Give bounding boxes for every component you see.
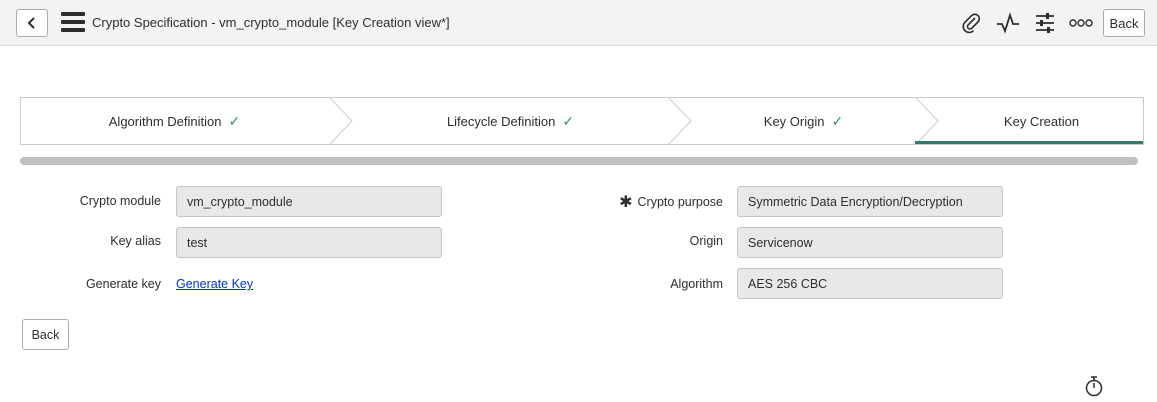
checkmark-icon: ✓ xyxy=(562,112,575,129)
sliders-icon[interactable] xyxy=(1032,10,1058,36)
algorithm-field[interactable]: AES 256 CBC xyxy=(737,268,1003,299)
step-label: Key Origin xyxy=(763,113,825,129)
form-header: Crypto Specification - vm_crypto_module … xyxy=(0,0,1157,46)
checkmark-icon: ✓ xyxy=(228,112,241,129)
progress-stepper: Algorithm Definition ✓ Lifecycle Definit… xyxy=(20,97,1144,145)
step-separator xyxy=(329,98,353,144)
hamburger-menu-icon[interactable] xyxy=(61,12,85,32)
step-algorithm-definition[interactable]: Algorithm Definition ✓ xyxy=(21,98,328,144)
step-label: Lifecycle Definition xyxy=(446,113,556,129)
page-title: Crypto Specification - vm_crypto_module … xyxy=(92,15,450,30)
more-icon[interactable] xyxy=(1066,10,1096,36)
step-key-origin[interactable]: Key Origin ✓ xyxy=(693,98,914,144)
generate-key-label: Generate key xyxy=(85,277,161,291)
header-back-button[interactable]: Back xyxy=(1103,9,1145,37)
progress-track xyxy=(20,157,1138,165)
paperclip-icon[interactable] xyxy=(958,10,984,36)
crypto-purpose-field[interactable]: Symmetric Data Encryption/Decryption xyxy=(737,186,1003,217)
checkmark-icon: ✓ xyxy=(831,112,844,129)
origin-field[interactable]: Servicenow xyxy=(737,227,1003,258)
step-separator xyxy=(915,98,939,144)
crypto-module-field[interactable]: vm_crypto_module xyxy=(176,186,442,217)
back-button[interactable]: Back xyxy=(22,319,69,350)
active-step-indicator xyxy=(915,141,1143,144)
step-separator xyxy=(668,98,692,144)
stopwatch-icon[interactable] xyxy=(1084,375,1104,397)
crypto-module-label: Crypto module xyxy=(79,194,161,208)
crypto-purpose-label: Crypto purpose xyxy=(637,195,723,209)
step-lifecycle-definition[interactable]: Lifecycle Definition ✓ xyxy=(354,98,667,144)
step-label: Algorithm Definition xyxy=(108,113,222,129)
origin-label: Origin xyxy=(689,234,723,248)
generate-key-link[interactable]: Generate Key xyxy=(176,277,253,291)
crypto-purpose-label-wrap: ✱ Crypto purpose xyxy=(560,192,723,212)
nav-back-button[interactable] xyxy=(16,9,48,37)
step-key-creation[interactable]: Key Creation xyxy=(940,98,1143,144)
key-alias-field[interactable]: test xyxy=(176,227,442,258)
key-alias-label: Key alias xyxy=(110,234,161,248)
activity-icon[interactable] xyxy=(994,10,1022,36)
required-icon: ✱ xyxy=(619,194,633,211)
step-label: Key Creation xyxy=(1003,113,1080,129)
chevron-left-icon xyxy=(27,17,35,29)
algorithm-label: Algorithm xyxy=(670,277,723,291)
